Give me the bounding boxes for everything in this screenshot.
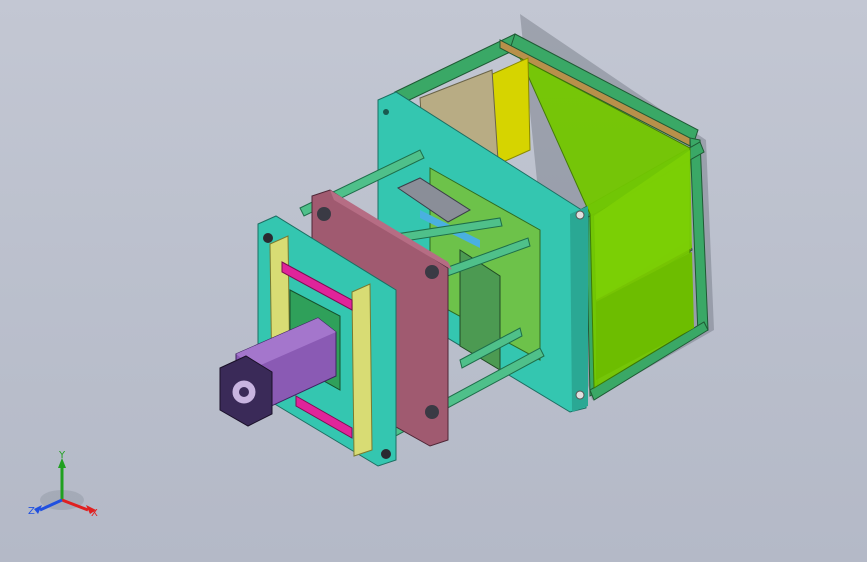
axis-triad: Y X Z [28, 450, 98, 519]
back-plate-edge [570, 206, 588, 412]
assembly-drawing: Y X Z [28, 14, 714, 519]
cad-viewport[interactable]: Y X Z [0, 0, 867, 562]
z-axis-label: Z [28, 506, 35, 517]
yellow-bar-right [351, 283, 373, 457]
y-axis-label: Y [58, 450, 66, 461]
x-axis-label: X [91, 508, 98, 519]
